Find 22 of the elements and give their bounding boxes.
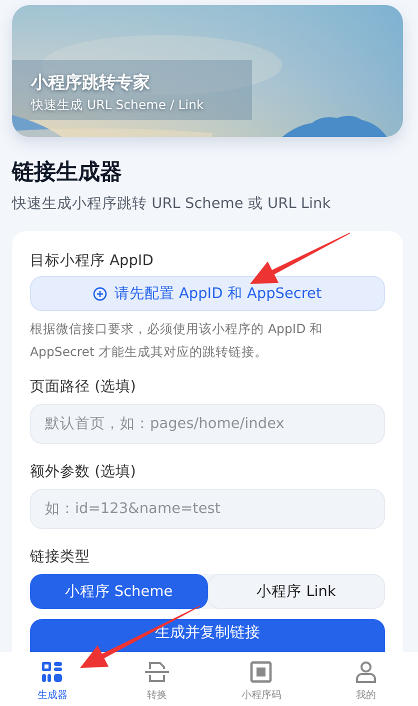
field-label: 页面路径 (选填) bbox=[30, 378, 137, 396]
segment-option[interactable]: 小程序 Scheme bbox=[30, 574, 208, 609]
user-icon bbox=[354, 661, 377, 683]
tab-item[interactable]: 小程序码 bbox=[209, 652, 314, 706]
tab-item[interactable]: 我的 bbox=[314, 652, 418, 706]
grid-icon bbox=[41, 661, 64, 683]
help-text: 根据微信接口要求，必须使用该小程序的 AppID 和 AppSecret 才能生成其对应的跳转链接。 bbox=[30, 320, 324, 361]
input-field[interactable]: 默认首页，如：pages/home/index bbox=[30, 404, 385, 444]
document-icon bbox=[144, 661, 170, 683]
square-icon bbox=[250, 661, 272, 683]
tab-item[interactable]: 转换 bbox=[104, 652, 209, 706]
config-button[interactable]: 请先配置 AppID 和 AppSecret bbox=[30, 276, 385, 311]
field-label: 额外参数 (选填) bbox=[30, 462, 137, 481]
field-label: 目标小程序 AppID bbox=[30, 252, 154, 270]
field-label: 链接类型 bbox=[30, 548, 91, 566]
page-title: 链接生成器 bbox=[12, 159, 123, 187]
input-field[interactable]: 如：id=123&name=test bbox=[30, 489, 385, 529]
banner-subtitle: 快速生成 URL Scheme / Link bbox=[31, 97, 204, 114]
page-subtitle: 快速生成小程序跳转 URL Scheme 或 URL Link bbox=[12, 195, 332, 213]
segment-option[interactable]: 小程序 Link bbox=[208, 574, 385, 609]
banner-title: 小程序跳转专家 bbox=[31, 72, 151, 94]
plus-circle-icon bbox=[93, 286, 108, 300]
